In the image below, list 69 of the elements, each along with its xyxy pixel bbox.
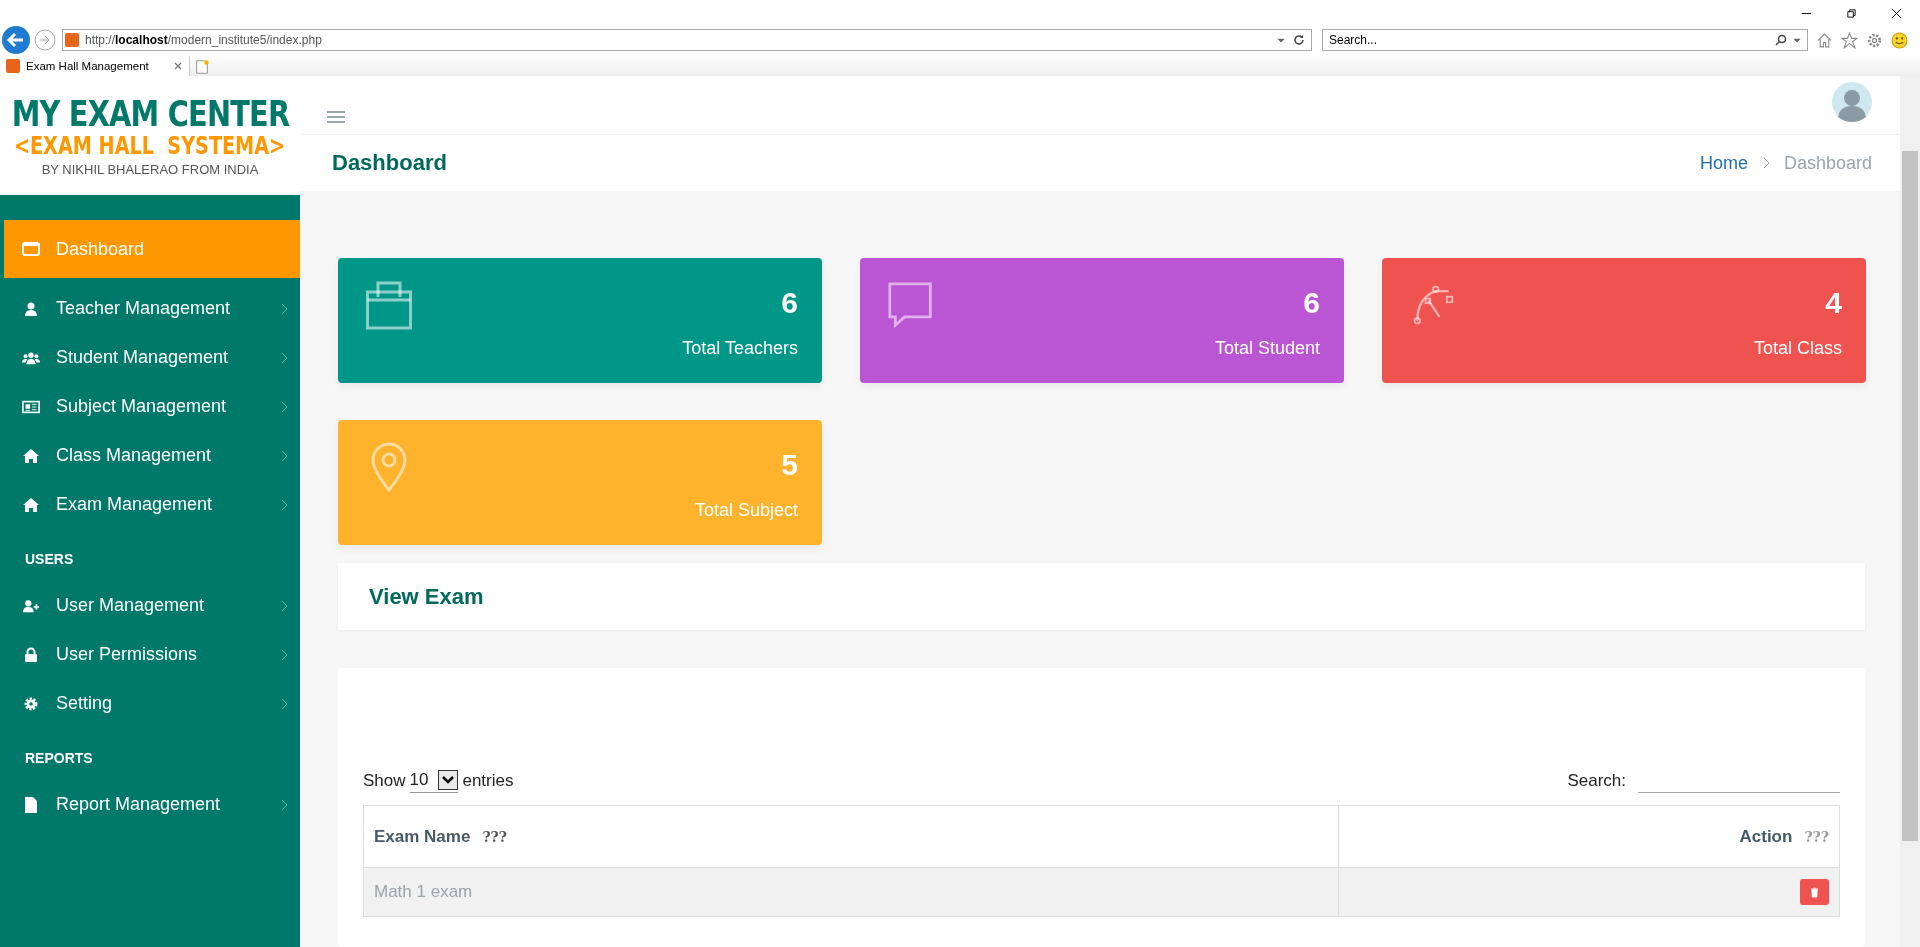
column-header[interactable]: Exam Name ???: [363, 805, 1339, 868]
search-field[interactable]: Search...: [1322, 29, 1808, 51]
show-label: Show: [363, 770, 406, 791]
chevron-right-icon: [1761, 157, 1770, 170]
trash-icon: [1810, 886, 1819, 898]
lock-icon: [22, 646, 40, 663]
menu-item[interactable]: User Permissions: [0, 630, 300, 679]
menu-icon[interactable]: [327, 110, 345, 125]
logo-byline: BY NIKHIL BHALERAO FROM INDIA: [41, 162, 259, 176]
stat-label: Total Class: [1753, 338, 1842, 359]
address-bar[interactable]: http://localhost/modern_institute5/index.php: [62, 29, 1312, 51]
menu-item[interactable]: Teacher Management: [0, 284, 300, 333]
search-icon[interactable]: [1775, 34, 1787, 46]
logo-subtitle: <EXAM HALL SYSTEMA>: [14, 133, 286, 158]
back-icon[interactable]: [2, 26, 30, 54]
new-tab-icon[interactable]: [193, 58, 210, 76]
menu-heading: REPORTS: [24, 749, 94, 768]
settings-icon[interactable]: [1866, 31, 1883, 49]
home-icon[interactable]: [1816, 31, 1833, 49]
menu-item[interactable]: Exam Management: [0, 480, 300, 529]
gear-icon: [22, 695, 40, 712]
scrollbar[interactable]: [1900, 76, 1920, 947]
panel-title: View Exam: [369, 583, 484, 610]
home-icon: [22, 447, 40, 464]
stat-label: Total Teachers: [682, 338, 798, 359]
document-icon: [22, 796, 40, 813]
breadcrumb-current: Dashboard: [1783, 152, 1872, 174]
delete-button[interactable]: [1800, 879, 1829, 905]
stat-label: Total Student: [1214, 338, 1320, 359]
menu-item[interactable]: User Management: [0, 581, 300, 630]
star-icon[interactable]: [1841, 31, 1858, 49]
stat-value: 6: [781, 286, 798, 320]
favicon-icon: [65, 33, 79, 47]
stat-value: 6: [1303, 286, 1320, 320]
speech-bubble-icon: [888, 280, 934, 330]
stat-value: 4: [1825, 286, 1842, 320]
browser-tab[interactable]: Exam Hall Management: [0, 56, 190, 76]
menu-heading: USERS: [24, 550, 75, 569]
address-text: http://localhost/modern_institute5/index.php: [85, 33, 323, 47]
favicon-icon: [6, 59, 20, 73]
restore-icon[interactable]: [1846, 7, 1857, 19]
entries-select[interactable]: 10: [409, 768, 459, 793]
menu-item[interactable]: Report Management: [0, 780, 300, 829]
menu-item[interactable]: Setting: [0, 679, 300, 728]
smiley-icon[interactable]: [1891, 31, 1908, 49]
newspaper-icon: [22, 398, 40, 415]
logo-title: MY EXAM CENTER: [11, 95, 289, 132]
close-icon[interactable]: [1891, 7, 1902, 19]
stat-label: Total Subject: [694, 500, 798, 521]
forward-icon[interactable]: [34, 29, 56, 51]
avatar-icon[interactable]: [1832, 82, 1872, 123]
menu-item[interactable]: Class Management: [0, 431, 300, 480]
menu-item[interactable]: Student Management: [0, 333, 300, 382]
stat-value: 5: [781, 448, 798, 482]
page-title: Dashboard: [332, 150, 447, 177]
caret-icon: [438, 770, 459, 790]
tab-title: Exam Hall Management: [26, 60, 149, 72]
refresh-icon[interactable]: [1293, 34, 1305, 46]
menu-item[interactable]: Subject Management: [0, 382, 300, 431]
table-cell: Math 1 exam: [363, 867, 1339, 917]
home-icon: [22, 496, 40, 513]
add-user-icon: [22, 597, 40, 614]
column-header[interactable]: Action ???: [1338, 805, 1840, 868]
entries-label: entries: [462, 770, 514, 791]
user-icon: [22, 300, 40, 317]
window-icon: [22, 241, 40, 257]
breadcrumb-link[interactable]: Home: [1699, 152, 1748, 174]
briefcase-icon: [366, 280, 412, 330]
search-label: Search:: [1567, 770, 1626, 791]
